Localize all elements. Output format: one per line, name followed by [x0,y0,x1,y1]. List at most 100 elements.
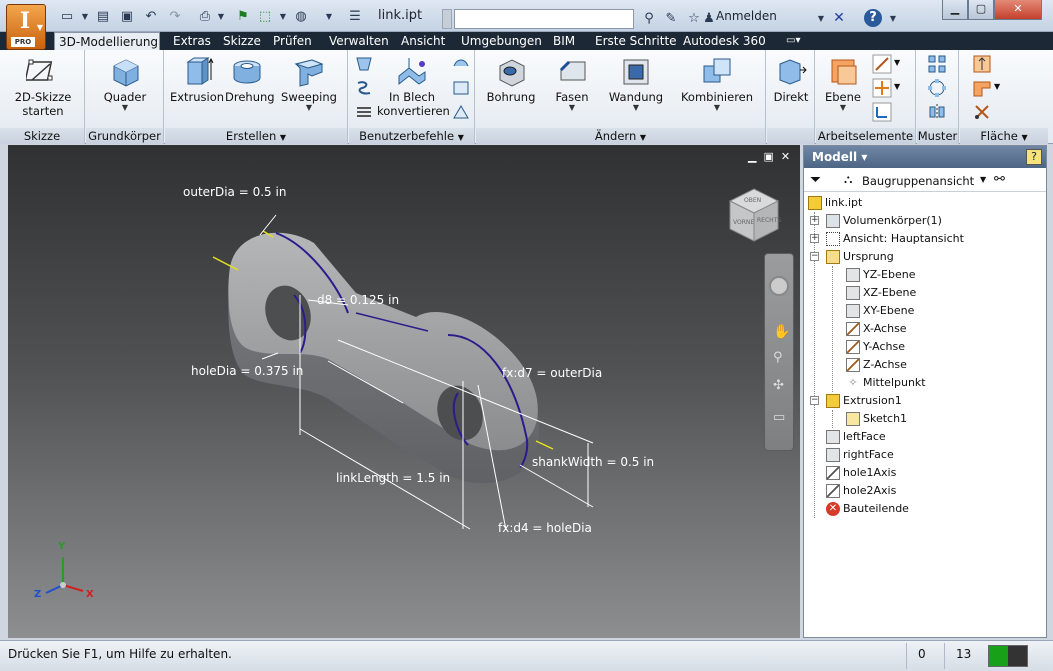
kombinieren-dropdown-icon[interactable]: ▼ [680,104,754,112]
material-icon[interactable]: ◍ [292,8,310,26]
tab-bim[interactable]: BIM [549,32,579,50]
tab-skizze[interactable]: Skizze [219,32,265,50]
mirror-icon[interactable] [927,102,947,122]
search-binoculars-icon[interactable]: ⚲ [640,10,658,28]
sweeping-button[interactable]: Sweeping ▼ [281,54,337,112]
open-icon[interactable]: ▤ [94,8,112,26]
subscription-center-icon[interactable]: ✎ [662,10,680,28]
model-canvas[interactable] [8,145,800,638]
quader-dropdown-icon[interactable]: ▼ [98,104,152,112]
dim-shankWidth[interactable]: shankWidth = 0.5 in [532,455,654,469]
tab-autodesk-360[interactable]: Autodesk 360 [679,32,770,50]
help-icon[interactable]: ? [864,9,882,27]
dim-outerDia[interactable]: outerDia = 0.5 in [183,185,286,199]
tree-item-x-achse[interactable]: X-Achse [846,320,907,338]
orbit-icon[interactable]: ✣ [773,378,784,393]
update-icon[interactable]: ⚑ [234,8,252,26]
circular-pattern-icon[interactable] [927,78,947,98]
redo-icon[interactable]: ↷ [166,8,184,26]
expand-ansicht[interactable]: + [810,234,819,243]
select-dropdown-icon[interactable]: ▼ [274,8,292,26]
sign-in-dropdown-icon[interactable]: ▼ [812,10,830,28]
maximize-button[interactable]: ▢ [968,0,994,20]
minimize-button[interactable]: ▁ [942,0,968,20]
look-at-icon[interactable]: ▭ [773,410,785,425]
tab-umgebungen[interactable]: Umgebungen [457,32,546,50]
wandung-button[interactable]: Wandung ▼ [608,54,664,112]
tree-item-bauteilende[interactable]: ✕ Bauteilende [826,500,909,518]
dim-d8[interactable]: d8 = 0.125 in [317,293,399,307]
tree-item-rightface[interactable]: rightFace [826,446,894,464]
zoom-icon[interactable]: ⚲ [773,350,783,365]
ribbon-minimize-icon[interactable]: ▭▾ [782,32,804,50]
work-axis-icon[interactable] [872,54,892,74]
tree-item-y-achse[interactable]: Y-Achse [846,338,905,356]
browser-help-icon[interactable]: ? [1026,149,1042,165]
coil-icon[interactable] [354,78,374,98]
pan-icon[interactable]: ✋ [773,324,790,340]
patch-dropdown-icon[interactable]: ▼ [994,82,1000,91]
in-blech-konvertieren-button[interactable]: In Blech konvertieren [377,54,450,118]
tree-item-xy-ebene[interactable]: XY-Ebene [846,302,914,320]
graphics-viewport[interactable]: outerDia = 0.5 in d8 = 0.125 in holeDia … [8,145,800,638]
appearance-dropdown-icon[interactable]: ▼ [320,8,338,26]
kombinieren-button[interactable]: Kombinieren ▼ [680,54,754,112]
emboss-icon[interactable] [451,54,471,74]
filter-icon[interactable]: ⏷ [810,172,821,188]
quader-button[interactable]: Quader ▼ [98,54,152,112]
bohrung-button[interactable]: Bohrung [486,54,536,104]
save-icon[interactable]: ▣ [118,8,136,26]
steering-wheel-icon[interactable] [769,276,789,296]
tree-item-hole2axis[interactable]: hole2Axis [826,482,896,500]
viewcube[interactable]: OBEN VORNE RECHTS [726,185,782,245]
tree-item-xz-ebene[interactable]: XZ-Ebene [846,284,916,302]
tree-item-sketch1[interactable]: Sketch1 [846,410,907,428]
rectangular-pattern-icon[interactable] [927,54,947,74]
tab-ansicht[interactable]: Ansicht [397,32,449,50]
tab-erste-schritte[interactable]: Erste Schritte [591,32,681,50]
expand-volumenkoerper[interactable]: + [810,216,819,225]
viewport-window-controls[interactable]: ▁▣✕ [748,150,797,163]
direkt-button[interactable]: Direkt [771,54,811,104]
application-menu-button[interactable]: I PRO ▼ [6,4,46,50]
rib-icon[interactable] [354,102,374,122]
tree-item-yz-ebene[interactable]: YZ-Ebene [846,266,915,284]
boundary-patch-icon[interactable] [972,78,992,98]
dim-linkLength[interactable]: linkLength = 1.5 in [336,471,450,485]
tree-item-ansicht[interactable]: Ansicht: Hauptansicht [826,230,964,248]
find-binoculars-icon[interactable]: ⚯ [994,172,1005,187]
tree-item-z-achse[interactable]: Z-Achse [846,356,907,374]
customize-qat-icon[interactable]: ☰ [346,8,364,26]
select-icon[interactable]: ⬚ [256,8,274,26]
tree-item-extrusion1[interactable]: Extrusion1 [826,392,902,410]
tree-item-ursprung[interactable]: Ursprung [826,248,894,266]
dim-fxd7[interactable]: fx:d7 = outerDia [502,366,602,380]
browser-header[interactable]: Modell ▾ [804,146,1046,168]
tree-item-hole1axis[interactable]: hole1Axis [826,464,896,482]
panel-label-benutzerbefehle[interactable]: Benutzerbefehle ▼ [349,128,474,144]
tab-extras[interactable]: Extras [169,32,215,50]
ebene-dropdown-icon[interactable]: ▼ [820,104,866,112]
dim-fxd4[interactable]: fx:d4 = holeDia [498,521,592,535]
undo-icon[interactable]: ↶ [142,8,160,26]
tab-pruefen[interactable]: Prüfen [269,32,316,50]
tab-verwalten[interactable]: Verwalten [325,32,393,50]
exchange-apps-icon[interactable]: ✕ [830,9,848,27]
thicken-icon[interactable] [972,54,992,74]
fasen-button[interactable]: Fasen ▼ [552,54,592,112]
tree-item-volumenkoerper[interactable]: Volumenkörper(1) [826,212,942,230]
sweeping-dropdown-icon[interactable]: ▼ [281,104,337,112]
expand-ursprung[interactable]: − [810,252,819,261]
work-point-dropdown-icon[interactable]: ▼ [894,82,900,91]
panel-label-aendern[interactable]: Ändern ▼ [476,128,765,144]
work-point-icon[interactable] [872,78,892,98]
close-button[interactable]: ✕ [994,0,1042,20]
ucs-icon[interactable] [872,102,892,122]
help-dropdown-icon[interactable]: ▼ [884,10,902,28]
work-axis-dropdown-icon[interactable]: ▼ [894,58,900,67]
browser-title-dropdown-icon[interactable]: ▾ [861,150,867,164]
help-search-input[interactable] [454,9,634,29]
ebene-button[interactable]: Ebene ▼ [820,54,866,112]
drehung-button[interactable]: Drehung [225,54,275,104]
loft-icon[interactable] [354,54,374,74]
